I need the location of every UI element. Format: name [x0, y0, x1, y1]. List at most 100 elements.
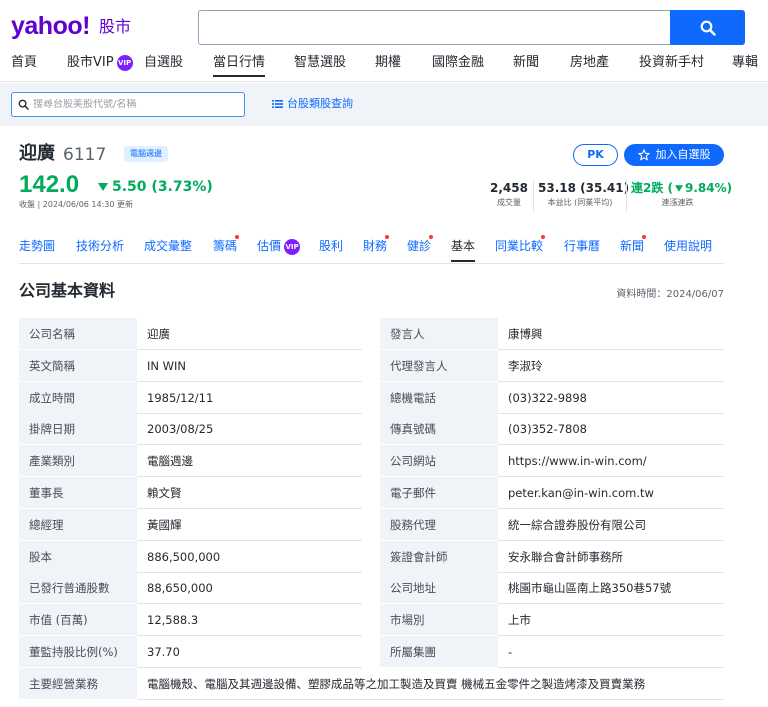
stat-volume: 2,458 成交量: [489, 181, 529, 210]
field-label: 公司地址: [380, 572, 498, 605]
tab-news[interactable]: 新聞: [620, 235, 646, 255]
field-value: 電腦週邊: [137, 445, 362, 478]
nav-label: 新聞: [513, 55, 540, 70]
stat-pe-value: 53.18 (35.41): [538, 181, 630, 195]
tab-financial[interactable]: 財務: [363, 235, 389, 255]
nav-intl-finance[interactable]: 國際金融: [432, 54, 484, 72]
stock-search-input[interactable]: [33, 99, 233, 110]
field-value: (03)352-7808: [498, 413, 724, 446]
tab-label: 股利: [319, 239, 344, 253]
tab-chart[interactable]: 走勢圖: [19, 237, 55, 255]
stat-divider: [626, 180, 627, 212]
field-label: 市值 (百萬): [19, 604, 137, 637]
search-icon: [18, 99, 29, 110]
vip-badge: VIP: [116, 54, 133, 71]
tab-trades[interactable]: 成交彙整: [144, 237, 192, 255]
tab-health[interactable]: 健診: [407, 235, 433, 255]
nav-watchlist[interactable]: 自選股: [144, 54, 183, 72]
streak-end: ): [726, 181, 733, 195]
nav-smart-screener[interactable]: 智慧選股: [294, 54, 346, 72]
stock-price: 142.0: [19, 171, 80, 198]
tab-valuation[interactable]: 估價 VIP: [257, 237, 301, 255]
tab-dividend[interactable]: 股利: [319, 237, 343, 255]
nav-home[interactable]: 首頁: [11, 54, 37, 72]
field-label: 董事長: [19, 477, 137, 509]
price-change-value: 5.50 (3.73%): [112, 179, 213, 195]
field-label: 總經理: [19, 508, 137, 541]
main-nav: 首頁 股市VIP VIP 自選股 當日行情 智慧選股 期權 國際金融 新聞 房地產…: [0, 48, 768, 82]
nav-label: 專輯: [732, 55, 759, 70]
stock-tabs: 走勢圖 技術分析 成交彙整 籌碼 估價 VIP 股利 財務 健診 基本 同業比較 …: [0, 231, 768, 264]
field-label: 已發行普通股數: [19, 572, 137, 605]
nav-vip[interactable]: 股市VIP VIP: [67, 54, 133, 72]
field-label: 董監持股比例(%): [19, 636, 137, 668]
field-value: 桃園市龜山區南上路350巷57號: [498, 572, 724, 605]
add-watchlist-button[interactable]: 加入自選股: [624, 144, 724, 166]
stat-pe: 53.18 (35.41) 本益比 (同業平均): [538, 181, 630, 210]
list-icon: [272, 100, 283, 108]
field-value: 康博興: [498, 318, 724, 350]
tab-chips[interactable]: 籌碼: [213, 235, 239, 255]
stat-volume-value: 2,458: [490, 181, 528, 195]
table-row: 掛牌日期 2003/08/25 傳真號碼 (03)352-7808: [19, 413, 724, 446]
table-row-business: 主要經營業務 電腦機殼、電腦及其週邊設備、塑膠成品等之加工製造及買賣 機械五金零件…: [19, 667, 724, 700]
logo-subtitle[interactable]: 股市: [99, 16, 131, 38]
streak-change: 9.84%: [685, 181, 727, 195]
stat-pe-label: 本益比 (同業平均): [547, 198, 613, 207]
tab-label: 使用說明: [664, 239, 713, 253]
field-label: 公司網站: [380, 445, 498, 478]
tab-technical[interactable]: 技術分析: [76, 237, 124, 255]
tab-label: 成交彙整: [144, 239, 193, 253]
nav-label: 期權: [375, 55, 402, 70]
sector-tag[interactable]: 電腦週邊: [124, 146, 168, 162]
tab-help[interactable]: 使用說明: [664, 237, 712, 255]
field-value: 2003/08/25: [137, 413, 362, 446]
field-label: 成立時間: [19, 381, 137, 414]
nav-news[interactable]: 新聞: [513, 54, 539, 72]
tab-calendar[interactable]: 行事曆: [564, 237, 600, 255]
field-value[interactable]: https://www.in-win.com/: [498, 445, 724, 478]
pk-button[interactable]: PK: [573, 144, 618, 166]
field-label: 掛牌日期: [19, 413, 137, 446]
nav-label: 國際金融: [432, 55, 485, 70]
field-label: 發言人: [380, 318, 498, 350]
nav-albums[interactable]: 專輯: [732, 54, 758, 72]
field-label: 英文簡稱: [19, 349, 137, 382]
tab-basic[interactable]: 基本: [451, 237, 476, 262]
tab-label: 籌碼: [213, 239, 238, 253]
field-label: 主要經營業務: [19, 667, 137, 700]
tab-label: 同業比較: [495, 239, 544, 253]
tabs-divider: [19, 263, 724, 264]
yahoo-logo[interactable]: yahoo!: [11, 12, 90, 40]
add-watchlist-label: 加入自選股: [655, 148, 711, 161]
new-dot: [642, 235, 646, 239]
nav-options[interactable]: 期權: [375, 54, 401, 72]
nav-beginner[interactable]: 投資新手村: [639, 54, 704, 72]
field-value[interactable]: peter.kan@in-win.com.tw: [498, 477, 724, 509]
field-value: 上市: [498, 604, 724, 637]
stock-search-field[interactable]: [11, 92, 245, 117]
field-value: 安永聯合會計師事務所: [498, 541, 724, 573]
nav-real-estate[interactable]: 房地產: [570, 54, 609, 72]
table-row: 市值 (百萬) 12,588.3 市場別 上市: [19, 604, 724, 637]
main-search-input[interactable]: [198, 10, 670, 45]
category-query-label: 台股類股查詢: [287, 97, 353, 110]
search-button[interactable]: [670, 10, 745, 45]
field-value: 88,650,000: [137, 572, 362, 605]
category-query-link[interactable]: 台股類股查詢: [272, 96, 353, 112]
data-time: 資料時間：2024/06/07: [616, 289, 724, 300]
field-label: 產業類別: [19, 445, 137, 478]
nav-daily-quotes[interactable]: 當日行情: [213, 54, 266, 77]
table-row: 成立時間 1985/12/11 總機電話 (03)322-9898: [19, 381, 724, 414]
tab-label: 基本: [451, 239, 476, 253]
field-label: 傳真號碼: [380, 413, 498, 446]
field-value: 迎廣: [137, 318, 362, 350]
tab-label: 行事曆: [564, 239, 601, 253]
section-title: 公司基本資料: [19, 281, 116, 300]
field-value: 886,500,000: [137, 541, 362, 573]
nav-label: 投資新手村: [639, 55, 705, 70]
tab-peer-compare[interactable]: 同業比較: [495, 235, 545, 255]
field-label: 電子郵件: [380, 477, 498, 509]
table-row: 公司名稱 迎廣 發言人 康博興: [19, 318, 724, 350]
new-dot: [235, 235, 239, 239]
